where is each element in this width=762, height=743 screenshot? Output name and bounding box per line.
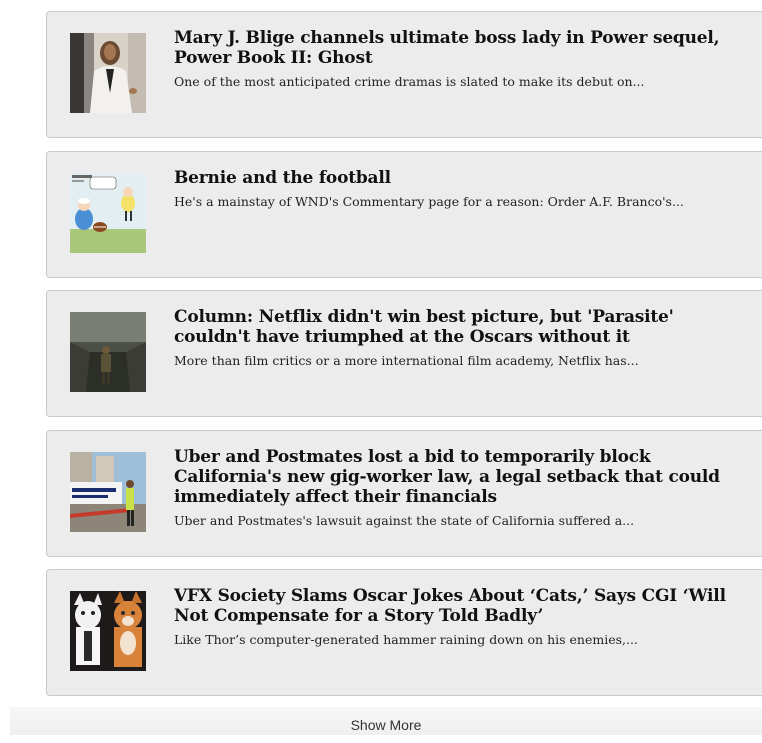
news-card[interactable]: Column: Netflix didn't win best picture,… (46, 290, 762, 417)
thumbnail-image (70, 33, 146, 113)
street-protest-photo[interactable] (70, 452, 146, 532)
thumbnail-image (70, 312, 146, 392)
article-title[interactable]: Bernie and the football (174, 168, 744, 188)
thumbnail-image (70, 173, 146, 253)
article-title[interactable]: VFX Society Slams Oscar Jokes About ‘Cat… (174, 586, 744, 626)
article-title[interactable]: Uber and Postmates lost a bid to tempora… (174, 447, 744, 507)
cats-costumes-photo[interactable] (70, 591, 146, 671)
news-card[interactable]: Mary J. Blige channels ultimate boss lad… (46, 11, 762, 138)
news-feed: Mary J. Blige channels ultimate boss lad… (0, 0, 762, 735)
show-more-label: Show More (350, 717, 422, 733)
article-summary: Uber and Postmates's lawsuit against the… (174, 513, 635, 528)
thumbnail-image (70, 452, 146, 532)
article-title[interactable]: Mary J. Blige channels ultimate boss lad… (174, 28, 744, 68)
article-summary: One of the most anticipated crime dramas… (174, 74, 645, 89)
woman-white-coat-photo[interactable] (70, 33, 146, 113)
news-card[interactable]: VFX Society Slams Oscar Jokes About ‘Cat… (46, 569, 762, 696)
article-title[interactable]: Column: Netflix didn't win best picture,… (174, 307, 744, 347)
political-cartoon[interactable] (70, 173, 146, 253)
soldier-trench-photo[interactable] (70, 312, 146, 392)
news-card[interactable]: Uber and Postmates lost a bid to tempora… (46, 430, 762, 557)
article-summary: Like Thor’s computer-generated hammer ra… (174, 632, 638, 647)
thumbnail-image (70, 591, 146, 671)
news-card[interactable]: Bernie and the football He's a mainstay … (46, 151, 762, 278)
show-more-button[interactable]: Show More (10, 707, 762, 735)
article-summary: More than film critics or a more interna… (174, 353, 639, 368)
article-summary: He's a mainstay of WND's Commentary page… (174, 194, 684, 209)
